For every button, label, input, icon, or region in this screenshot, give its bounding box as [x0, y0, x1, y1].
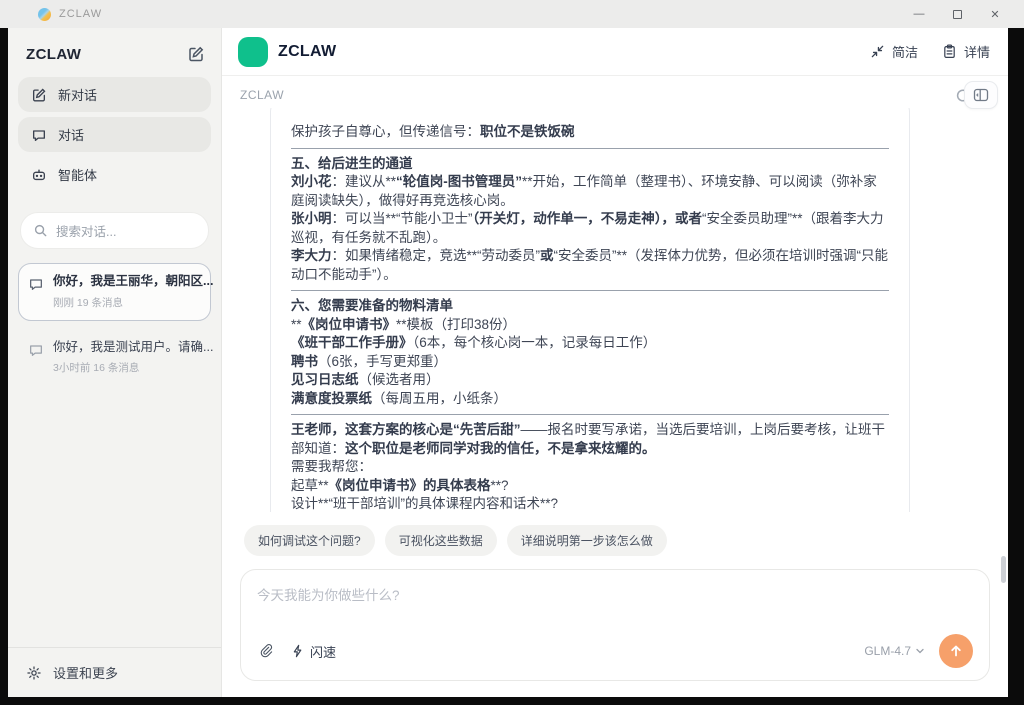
message-line: 设计**“班干部培训”的具体课程内容和话术**?: [291, 495, 889, 512]
message-divider: [291, 414, 889, 415]
list-item[interactable]: 你好，我是王丽华，朝阳区... 刚刚 19 条消息: [18, 263, 211, 321]
search-icon: [33, 223, 48, 238]
settings-label: 设置和更多: [53, 663, 118, 682]
message-line: 起草**《岗位申请书》的具体表格**?: [291, 477, 889, 496]
suggestion-chips: 如何调试这个问题? 可视化这些数据 详细说明第一步该怎么做: [222, 512, 1008, 558]
message-line: 李大力：如果情绪稳定，竞选**“劳动委员”或“安全委员”**（发挥体力优势，但必…: [291, 247, 889, 284]
composer: 今天我能为你做些什么? 闪速 GLM-4.7: [240, 569, 990, 681]
quick-mode-label: 闪速: [310, 642, 336, 661]
sidebar-item-label: 新对话: [58, 85, 97, 104]
sidebar-item-label: 智能体: [58, 165, 97, 184]
conversation-title: 你好，我是王丽华，朝阳区...: [53, 274, 213, 290]
message-line: 王老师，这套方案的核心是“先苦后甜”——报名时要写承诺，当选后要培训，上岗后要考…: [291, 421, 889, 458]
search-placeholder: 搜索对话...: [56, 221, 116, 240]
assistant-label: ZCLAW: [240, 88, 284, 102]
main-area: ZCLAW 简洁: [222, 28, 1008, 697]
collapse-icon: [870, 44, 885, 59]
message-line: 《班干部工作手册》（6本，每个核心岗一本，记录每日工作）: [291, 334, 889, 353]
compact-view-button[interactable]: 简洁: [870, 42, 918, 61]
titlebar: ZCLAW — ✕: [0, 0, 1024, 28]
message-line: 见习日志纸（候选者用）: [291, 371, 889, 390]
conversation-meta: 3小时前 16 条消息: [53, 360, 213, 375]
quick-mode-button[interactable]: 闪速: [291, 642, 336, 661]
search-input[interactable]: 搜索对话...: [20, 212, 209, 249]
chat-icon: [31, 127, 47, 143]
conversation-list: 你好，我是王丽华，朝阳区... 刚刚 19 条消息 你好，我是测试用户。请确..…: [8, 261, 221, 388]
model-name: GLM-4.7: [864, 644, 911, 658]
message-line: 保护孩子自尊心，但传递信号：职位不是铁饭碗: [291, 123, 889, 142]
details-view-label: 详情: [964, 42, 990, 61]
titlebar-app-name: ZCLAW: [59, 8, 102, 20]
attachment-icon[interactable]: [257, 642, 275, 660]
conversation-title: 你好，我是测试用户。请确...: [53, 340, 213, 356]
message-line: 聘书（6张，手写更郑重）: [291, 353, 889, 372]
toggle-panel-button[interactable]: [964, 81, 998, 109]
message-line: 五、给后进生的通道: [291, 155, 889, 174]
message-divider: [291, 148, 889, 149]
gear-icon: [26, 665, 42, 681]
clipboard-icon: [942, 44, 957, 59]
sidebar-item-new-chat[interactable]: 新对话: [18, 77, 211, 112]
details-view-button[interactable]: 详情: [942, 42, 990, 61]
app-icon: [38, 8, 51, 21]
robot-icon: [31, 167, 47, 183]
list-item[interactable]: 你好，我是测试用户。请确... 3小时前 16 条消息: [18, 329, 211, 387]
main-header: ZCLAW 简洁: [222, 28, 1008, 76]
message-divider: [291, 290, 889, 291]
conversation-meta: 刚刚 19 条消息: [53, 295, 213, 310]
conversation-toolbar: ZCLAW: [222, 76, 1008, 108]
message-line: 刘小花：建议从**“轮值岗-图书管理员”**开始，工作简单（整理书）、环境安静、…: [291, 173, 889, 210]
lightning-icon: [291, 644, 305, 658]
suggestion-chip[interactable]: 详细说明第一步该怎么做: [507, 525, 667, 556]
assistant-message: 保护孩子自尊心，但传递信号：职位不是铁饭碗五、给后进生的通道刘小花：建议从**“…: [270, 108, 910, 512]
scrollbar-thumb[interactable]: [1001, 556, 1006, 583]
chat-icon: [28, 342, 44, 358]
suggestion-chip[interactable]: 如何调试这个问题?: [244, 525, 375, 556]
sidebar-title: ZCLAW: [26, 46, 81, 63]
maximize-icon[interactable]: [938, 0, 976, 28]
suggestion-chip[interactable]: 可视化这些数据: [385, 525, 497, 556]
compact-view-label: 简洁: [892, 42, 918, 61]
sidebar-item-settings[interactable]: 设置和更多: [8, 647, 221, 697]
send-button[interactable]: [939, 634, 973, 668]
brand-name: ZCLAW: [278, 43, 336, 61]
message-input[interactable]: 今天我能为你做些什么?: [257, 584, 973, 604]
chat-scroll-area[interactable]: 保护孩子自尊心，但传递信号：职位不是铁饭碗五、给后进生的通道刘小花：建议从**“…: [222, 108, 1008, 512]
brand-logo: [238, 37, 268, 67]
message-line: 张小明：可以当**“节能小卫士”（开关灯，动作单一，不易走神），或者“安全委员助…: [291, 210, 889, 247]
close-icon[interactable]: ✕: [976, 0, 1014, 28]
sidebar-item-label: 对话: [58, 125, 84, 144]
message-line: 满意度投票纸（每周五用，小纸条）: [291, 390, 889, 409]
message-line: **《岗位申请书》**模板（打印38份）: [291, 316, 889, 335]
app-window: ZCLAW 新对话: [8, 28, 1008, 697]
message-line: 六、您需要准备的物料清单: [291, 297, 889, 316]
chat-icon: [28, 276, 44, 292]
minimize-icon[interactable]: —: [900, 0, 938, 28]
model-selector[interactable]: GLM-4.7: [864, 644, 925, 658]
sidebar-item-agents[interactable]: 智能体: [18, 157, 211, 192]
sidebar: ZCLAW 新对话: [8, 28, 222, 697]
chevron-down-icon: [915, 646, 925, 656]
message-line: 需要我帮您：: [291, 458, 889, 477]
sidebar-item-chats[interactable]: 对话: [18, 117, 211, 152]
compose-icon[interactable]: [187, 45, 205, 63]
sidebar-nav: 新对话 对话 智能体: [8, 77, 221, 192]
compose-icon: [31, 87, 47, 103]
